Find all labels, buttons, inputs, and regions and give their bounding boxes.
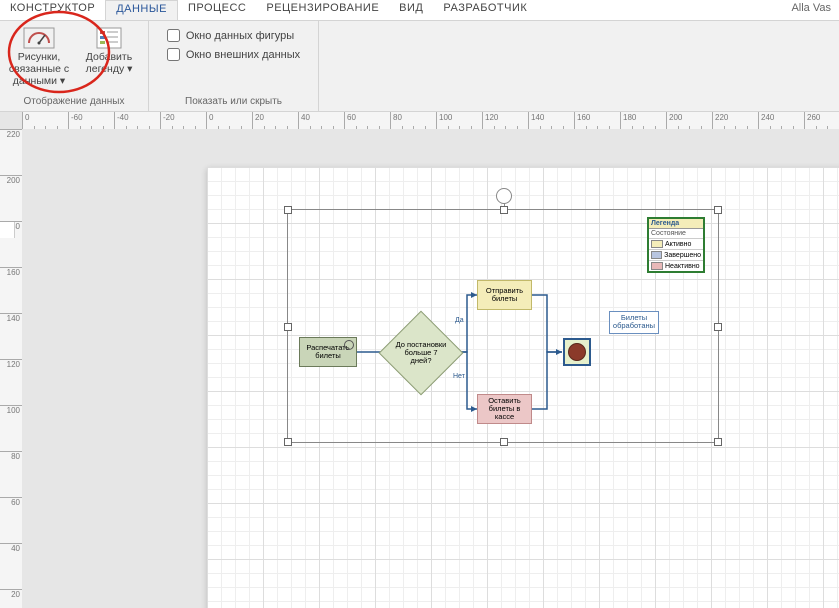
legend-swatch <box>651 262 663 270</box>
ruler-h-tick: 0 <box>22 112 29 129</box>
sel-handle-se[interactable] <box>714 438 722 446</box>
group-display-data: Рисунки, связанные с данными ▾ Добавить … <box>0 21 149 111</box>
add-legend-button[interactable]: Добавить легенду ▾ <box>76 25 142 77</box>
tab-data[interactable]: ДАННЫЕ <box>105 0 178 20</box>
ruler-h-tick: 200 <box>666 112 682 129</box>
canvas[interactable]: Распечатать билеты До постановки больше … <box>22 129 839 608</box>
gear-icon <box>344 340 354 350</box>
ruler-h-tick: 220 <box>712 112 728 129</box>
horizontal-ruler: 0-60-40-20020406080100120140160180200220… <box>22 112 839 130</box>
ruler-v-tick: 140 <box>0 313 22 323</box>
sel-handle-n[interactable] <box>500 206 508 214</box>
sel-handle-w[interactable] <box>284 323 292 331</box>
tab-review[interactable]: РЕЦЕНЗИРОВАНИЕ <box>256 0 389 20</box>
ruler-h-tick: 80 <box>390 112 402 129</box>
ruler-h-tick: 100 <box>436 112 452 129</box>
drawing-page[interactable]: Распечатать билеты До постановки больше … <box>207 167 839 608</box>
sel-handle-ne[interactable] <box>714 206 722 214</box>
ruler-v-tick: 40 <box>0 543 22 553</box>
legend-swatch <box>651 251 662 259</box>
tab-process[interactable]: ПРОЦЕСС <box>178 0 256 20</box>
shape-end[interactable] <box>563 338 591 366</box>
ruler-h-tick: 60 <box>344 112 356 129</box>
shape-leave-at-office[interactable]: Оставить билеты в кассе <box>477 394 532 424</box>
user-label: Alla Vas <box>783 0 839 20</box>
sel-handle-sw[interactable] <box>284 438 292 446</box>
legend-title: Легенда <box>649 219 703 229</box>
sel-handle-e[interactable] <box>714 323 722 331</box>
shape-send-tickets[interactable]: Отправить билеты <box>477 280 532 310</box>
sel-handle-s[interactable] <box>500 438 508 446</box>
data-graphics-button[interactable]: Рисунки, связанные с данными ▾ <box>6 25 72 89</box>
external-data-window-checkbox[interactable]: Окно внешних данных <box>167 48 300 61</box>
ruler-h-tick: 260 <box>804 112 820 129</box>
ruler-h-tick: 120 <box>482 112 498 129</box>
ruler-v-tick: 160 <box>0 267 22 277</box>
data-graphics-label: Рисунки, связанные с данными ▾ <box>8 51 70 87</box>
connector-label-yes: Да <box>455 317 464 324</box>
ruler-v-tick: 60 <box>0 497 22 507</box>
tab-developer[interactable]: РАЗРАБОТЧИК <box>433 0 537 20</box>
legend-box[interactable]: Легенда Состояние АктивноЗавершеноНеакти… <box>647 217 705 273</box>
rotate-handle[interactable] <box>496 188 512 204</box>
legend-row: Активно <box>649 238 703 249</box>
shapes-panel-strip <box>0 222 15 238</box>
vertical-ruler: 220200180160140120100806040200 <box>0 129 23 608</box>
ruler-v-tick: 100 <box>0 405 22 415</box>
legend-subtitle: Состояние <box>649 229 703 238</box>
ruler-v-tick: 220 <box>0 129 22 139</box>
group-display-data-label: Отображение данных <box>24 96 125 109</box>
legend-row: Неактивно <box>649 260 703 271</box>
ruler-v-tick: 200 <box>0 175 22 185</box>
ruler-v-tick: 80 <box>0 451 22 461</box>
group-show-hide: Окно данных фигуры Окно внешних данных П… <box>149 21 319 111</box>
ruler-h-tick: 0 <box>206 112 213 129</box>
connector-label-no: Нет <box>453 373 465 380</box>
ruler-h-tick: 240 <box>758 112 774 129</box>
annotation-note[interactable]: Билеты обработаны <box>609 311 659 334</box>
legend-icon <box>93 27 125 49</box>
ruler-h-tick: 20 <box>252 112 264 129</box>
ruler-v-tick: 120 <box>0 359 22 369</box>
ruler-v-tick: 20 <box>0 589 22 599</box>
gauge-icon <box>23 27 55 49</box>
workspace: 0-60-40-20020406080100120140160180200220… <box>0 112 839 608</box>
shape-print-tickets[interactable]: Распечатать билеты <box>299 337 357 367</box>
add-legend-label: Добавить легенду ▾ <box>78 51 140 75</box>
legend-row: Завершено <box>649 249 703 260</box>
group-show-hide-label: Показать или скрыть <box>185 96 282 109</box>
ruler-h-tick: 180 <box>620 112 636 129</box>
sel-handle-nw[interactable] <box>284 206 292 214</box>
end-dot-icon <box>568 343 586 361</box>
ruler-h-tick: 40 <box>298 112 310 129</box>
tab-view[interactable]: ВИД <box>389 0 433 20</box>
shape-decision-days[interactable]: До постановки больше 7 дней? <box>391 323 451 383</box>
legend-swatch <box>651 240 663 248</box>
ribbon-tabs: КОНСТРУКТОР ДАННЫЕ ПРОЦЕСС РЕЦЕНЗИРОВАНИ… <box>0 0 839 21</box>
ruler-h-tick: 160 <box>574 112 590 129</box>
ribbon: Рисунки, связанные с данными ▾ Добавить … <box>0 21 839 112</box>
shape-data-window-checkbox[interactable]: Окно данных фигуры <box>167 29 300 42</box>
tab-constructor[interactable]: КОНСТРУКТОР <box>0 0 105 20</box>
ruler-h-tick: 140 <box>528 112 544 129</box>
